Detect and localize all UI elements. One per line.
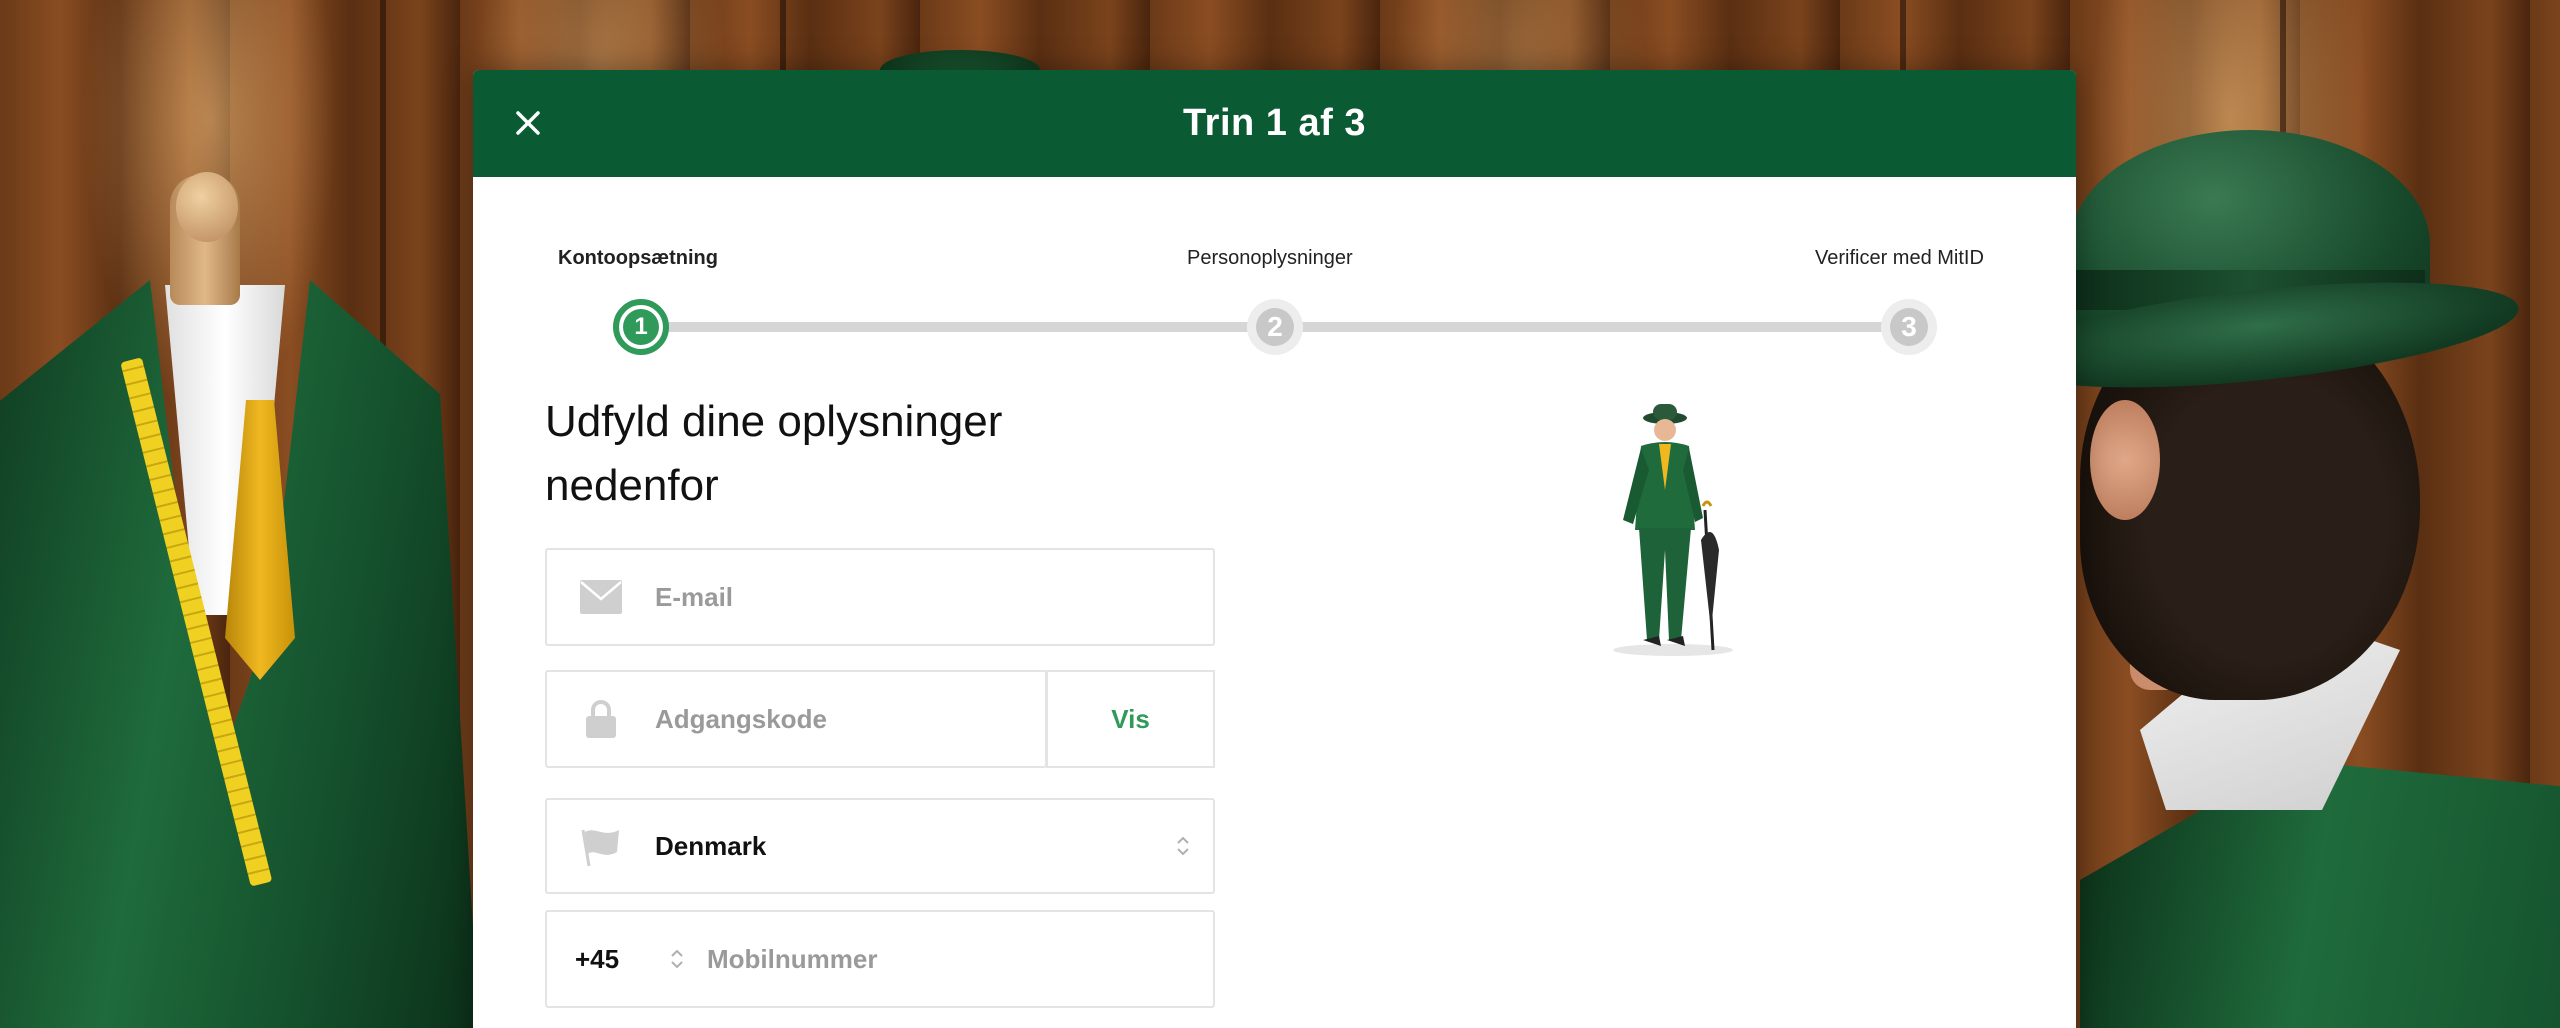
close-button[interactable] (505, 100, 551, 146)
close-icon (516, 111, 540, 135)
show-password-button[interactable]: Vis (1046, 670, 1215, 768)
envelope-icon (547, 550, 655, 644)
phone-country-code-select[interactable]: +45 (547, 912, 697, 1006)
flag-icon (547, 800, 655, 892)
step-label-verify: Verificer med MitID (1815, 247, 1984, 269)
mannequin-head (176, 172, 238, 242)
lock-icon (547, 672, 655, 766)
step-indicator-3: 3 (1881, 299, 1937, 355)
password-field[interactable] (545, 670, 1047, 768)
country-select[interactable]: Denmark (545, 798, 1215, 894)
modal-title: Trin 1 af 3 (1183, 102, 1366, 144)
mascot-illustration (1613, 404, 1733, 656)
email-input[interactable] (655, 550, 1213, 644)
phone-field[interactable]: +45 (545, 910, 1215, 1008)
step-label-personal-info: Personoplysninger (1187, 247, 1353, 269)
form-heading: Udfyld dine oplysninger nedenfor (545, 397, 1003, 510)
email-field[interactable] (545, 548, 1215, 646)
step-label-account-setup: Kontoopsætning (558, 247, 718, 269)
chevron-updown-icon (1153, 834, 1213, 858)
step-number: 2 (1256, 308, 1294, 346)
mobile-number-input[interactable] (697, 912, 1213, 1006)
phone-country-code: +45 (575, 943, 620, 974)
chevron-updown-icon (657, 947, 697, 971)
man-ear (2090, 400, 2160, 520)
step-indicator-1: 1 (613, 299, 669, 355)
country-value: Denmark (655, 830, 767, 861)
registration-modal: Trin 1 af 3 Kontoopsætning Personoplysni… (473, 70, 2076, 1028)
progress-stepper: Kontoopsætning Personoplysninger Verific… (473, 177, 2076, 387)
password-input[interactable] (655, 672, 1045, 766)
step-indicator-2: 2 (1247, 299, 1303, 355)
step-number: 3 (1890, 308, 1928, 346)
modal-header: Trin 1 af 3 (473, 70, 2076, 177)
step-number: 1 (623, 309, 659, 345)
